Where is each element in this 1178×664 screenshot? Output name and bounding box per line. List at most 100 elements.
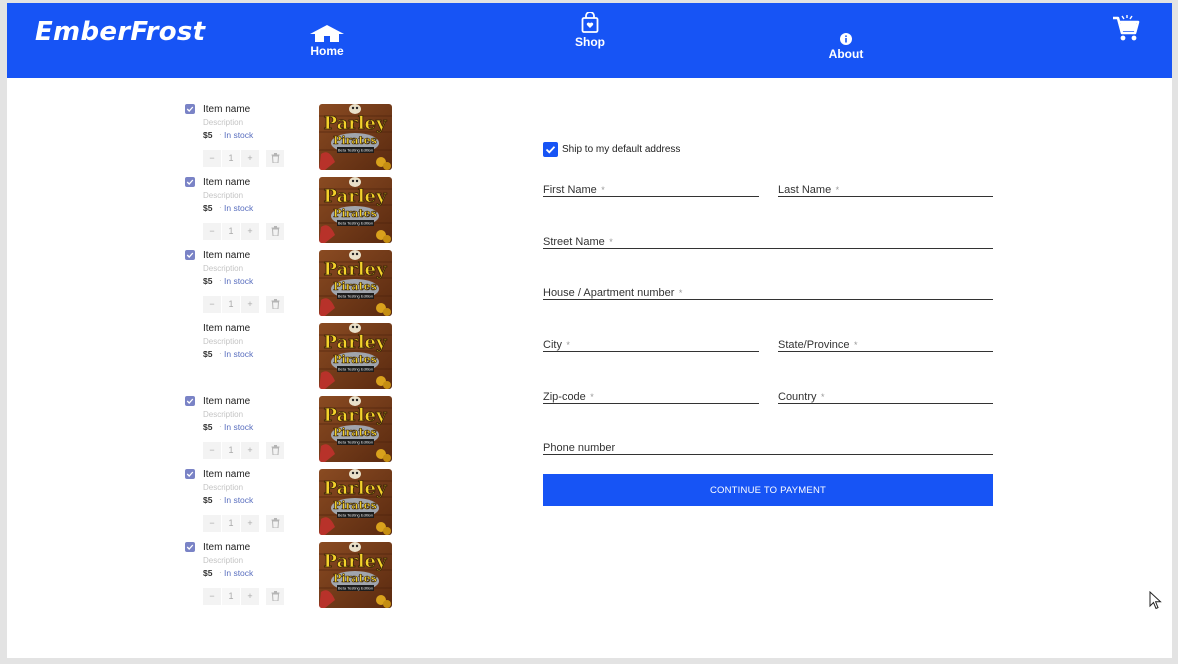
nav-home-label: Home xyxy=(310,44,344,58)
thumb-edition: Beta Testing Edition xyxy=(338,221,373,226)
parley-pirates-game-art: Parley Pirates Beta Testing Edition xyxy=(319,542,392,608)
item-checkbox[interactable] xyxy=(185,177,195,187)
trash-icon xyxy=(271,445,279,456)
quantity-value[interactable]: 1 xyxy=(222,150,240,167)
quantity-value[interactable]: 1 xyxy=(222,442,240,459)
parley-pirates-game-art: Parley Pirates Beta Testing Edition xyxy=(319,177,392,243)
item-thumbnail: Parley Pirates Beta Testing Edition xyxy=(319,104,392,170)
quantity-increase-button[interactable]: + xyxy=(241,296,259,313)
item-checkbox[interactable] xyxy=(185,104,195,114)
item-name: Item name xyxy=(203,469,251,480)
quantity-increase-button[interactable]: + xyxy=(241,515,259,532)
item-stock-status: In stock xyxy=(224,276,254,286)
quantity-decrease-button[interactable]: − xyxy=(203,150,221,167)
item-price: $5 xyxy=(203,349,213,359)
thumb-edition: Beta Testing Edition xyxy=(338,148,373,153)
parley-pirates-game-art: Parley Pirates Beta Testing Edition xyxy=(319,104,392,170)
delete-item-button[interactable] xyxy=(266,223,284,240)
zip-label: Zip-code xyxy=(543,391,586,403)
required-mark: * xyxy=(601,185,605,195)
app-window: EmberFrost Home Shop About Item name Des… xyxy=(7,3,1172,658)
item-checkbox[interactable] xyxy=(185,250,195,260)
item-name: Item name xyxy=(203,323,251,334)
item-separator: · xyxy=(219,130,222,139)
delete-item-button[interactable] xyxy=(266,150,284,167)
item-price: $5 xyxy=(203,422,213,432)
item-description: Description xyxy=(203,264,244,273)
cart-icon[interactable] xyxy=(1112,15,1140,43)
item-name: Item name xyxy=(203,104,251,115)
quantity-value[interactable]: 1 xyxy=(222,223,240,240)
item-stock-status: In stock xyxy=(224,203,254,213)
quantity-increase-button[interactable]: + xyxy=(241,442,259,459)
thumb-edition: Beta Testing Edition xyxy=(338,586,373,591)
delete-item-button[interactable] xyxy=(266,588,284,605)
item-name: Item name xyxy=(203,177,251,188)
trash-icon xyxy=(271,153,279,164)
nav-home[interactable]: Home xyxy=(303,25,351,58)
phone-field[interactable]: Phone number xyxy=(543,438,993,455)
required-mark: * xyxy=(835,185,840,195)
trash-icon xyxy=(271,299,279,310)
parley-pirates-game-art: Parley Pirates Beta Testing Edition xyxy=(319,323,392,389)
item-name: Item name xyxy=(203,250,251,261)
quantity-increase-button[interactable]: + xyxy=(241,588,259,605)
thumb-edition: Beta Testing Edition xyxy=(338,513,373,518)
quantity-increase-button[interactable]: + xyxy=(241,223,259,240)
last-name-field[interactable]: Last Name * xyxy=(778,180,993,197)
brand-logo[interactable]: EmberFrost xyxy=(35,17,205,47)
cart-item: Item name Description $5 · In stock − 1 … xyxy=(185,247,395,320)
thumb-title: Parley xyxy=(324,186,387,207)
delete-item-button[interactable] xyxy=(266,296,284,313)
continue-to-payment-button[interactable]: CONTINUE TO PAYMENT xyxy=(543,474,993,506)
first-name-field[interactable]: First Name * xyxy=(543,180,759,197)
item-thumbnail: Parley Pirates Beta Testing Edition xyxy=(319,542,392,608)
item-thumbnail: Parley Pirates Beta Testing Edition xyxy=(319,469,392,535)
quantity-value[interactable]: 1 xyxy=(222,588,240,605)
item-separator: · xyxy=(219,422,222,431)
quantity-increase-button[interactable]: + xyxy=(241,150,259,167)
required-mark: * xyxy=(678,288,683,298)
country-field[interactable]: Country * xyxy=(778,387,993,404)
thumb-subtitle: Pirates xyxy=(333,280,377,293)
quantity-decrease-button[interactable]: − xyxy=(203,296,221,313)
nav-shop[interactable]: Shop xyxy=(566,12,614,49)
house-field[interactable]: House / Apartment number * xyxy=(543,283,993,300)
checkmark-icon xyxy=(186,544,194,550)
item-name: Item name xyxy=(203,396,251,407)
street-field[interactable]: Street Name * xyxy=(543,232,993,249)
item-price: $5 xyxy=(203,130,213,140)
quantity-decrease-button[interactable]: − xyxy=(203,515,221,532)
top-navbar: EmberFrost Home Shop About xyxy=(7,3,1172,78)
delete-item-button[interactable] xyxy=(266,515,284,532)
cart-item: Item name Description $5 · In stock − 1 … xyxy=(185,466,395,539)
item-description: Description xyxy=(203,191,244,200)
trash-icon xyxy=(271,591,279,602)
city-field[interactable]: City * xyxy=(543,335,759,352)
country-label: Country xyxy=(778,391,817,403)
quantity-decrease-button[interactable]: − xyxy=(203,223,221,240)
item-thumbnail: Parley Pirates Beta Testing Edition xyxy=(319,177,392,243)
item-separator: · xyxy=(219,349,222,358)
item-checkbox[interactable] xyxy=(185,469,195,479)
quantity-decrease-button[interactable]: − xyxy=(203,442,221,459)
ship-default-checkbox[interactable] xyxy=(543,142,558,157)
street-label: Street Name xyxy=(543,236,605,248)
nav-about[interactable]: About xyxy=(822,33,870,61)
shopping-bag-icon xyxy=(581,12,599,33)
item-stock-status: In stock xyxy=(224,568,254,578)
parley-pirates-game-art: Parley Pirates Beta Testing Edition xyxy=(319,469,392,535)
delete-item-button[interactable] xyxy=(266,442,284,459)
state-field[interactable]: State/Province * xyxy=(778,335,993,352)
item-stock-status: In stock xyxy=(224,495,254,505)
thumb-subtitle: Pirates xyxy=(333,207,377,220)
quantity-value[interactable]: 1 xyxy=(222,515,240,532)
quantity-value[interactable]: 1 xyxy=(222,296,240,313)
item-checkbox[interactable] xyxy=(185,542,195,552)
zip-field[interactable]: Zip-code * xyxy=(543,387,759,404)
cart-item: Item name Description $5 · In stock − 1 … xyxy=(185,320,395,393)
first-name-label: First Name xyxy=(543,184,597,196)
quantity-decrease-button[interactable]: − xyxy=(203,588,221,605)
required-mark: * xyxy=(609,237,613,247)
item-checkbox[interactable] xyxy=(185,396,195,406)
